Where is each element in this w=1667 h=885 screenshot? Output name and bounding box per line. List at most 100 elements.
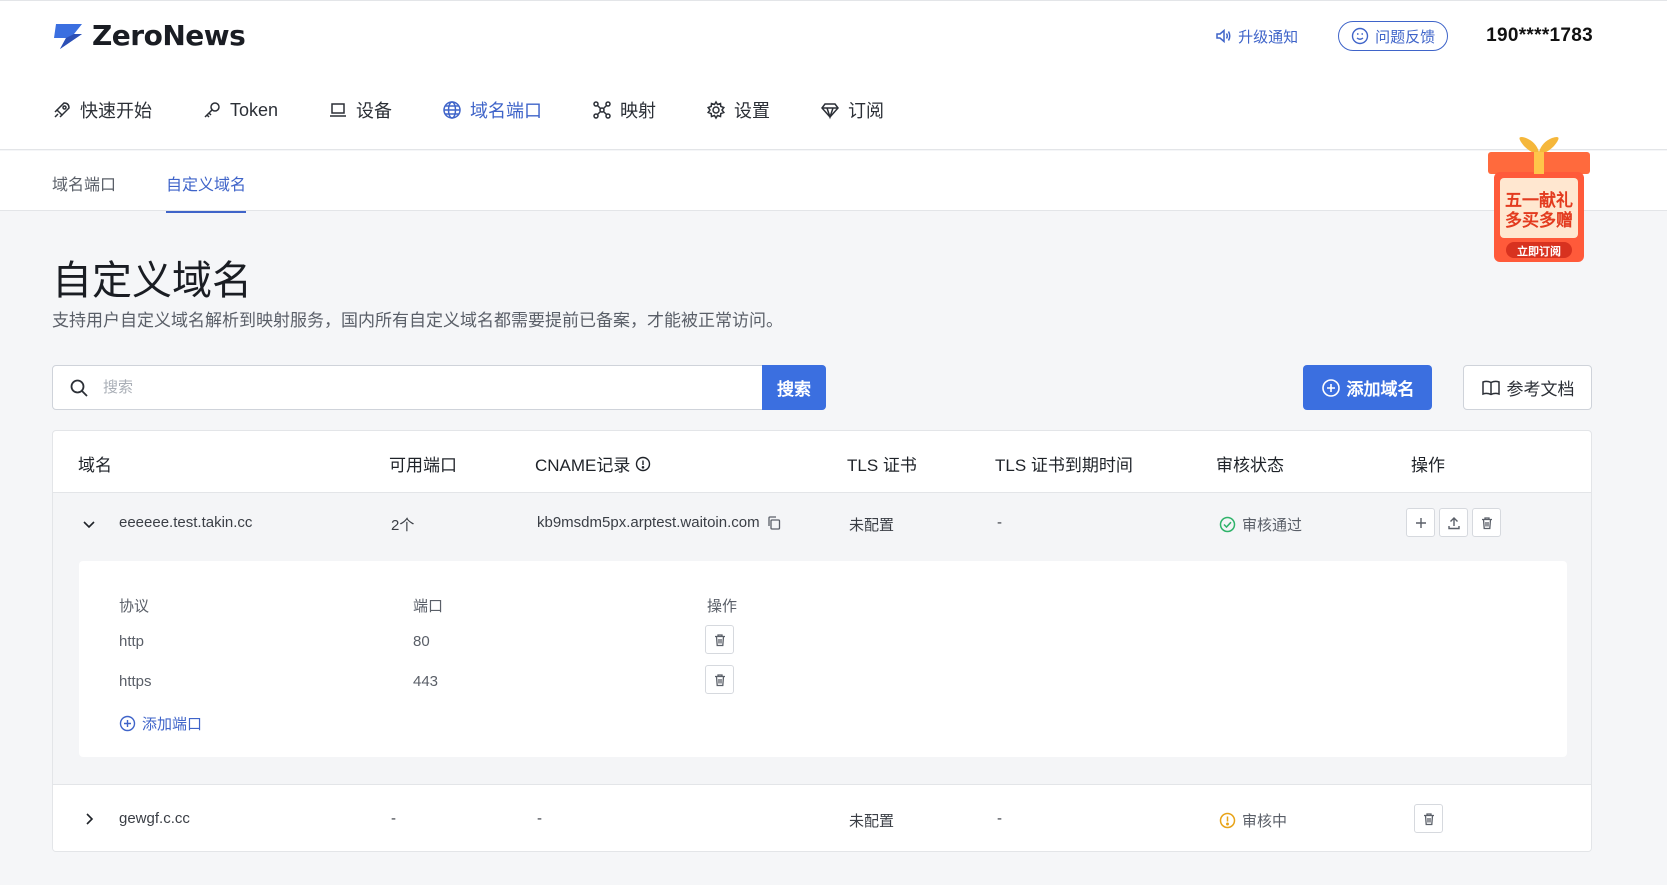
table-row: gewgf.c.cc - - 未配置 - 审核中	[53, 786, 1591, 851]
gear-icon	[707, 100, 726, 120]
col-cname: CNAME记录	[535, 451, 651, 476]
status-label: 审核通过	[1242, 517, 1303, 534]
nav-token[interactable]: Token	[202, 100, 278, 121]
warning-circle-icon	[1219, 812, 1236, 829]
account-phone[interactable]: 190****1783	[1486, 25, 1593, 47]
trash-icon	[1481, 516, 1492, 529]
status-label: 审核中	[1242, 813, 1288, 830]
cname-record: -	[537, 810, 542, 827]
main-nav: 快速开始 Token 设备 域名端口 映射 设置 订阅	[52, 97, 934, 123]
upgrade-notice-link[interactable]: 升级通知	[1214, 26, 1298, 47]
page-title: 自定义域名	[52, 259, 252, 303]
row-actions	[1406, 508, 1501, 537]
col-actions: 操作	[1411, 456, 1445, 475]
upgrade-notice-label: 升级通知	[1238, 28, 1299, 46]
diamond-icon	[821, 103, 840, 120]
add-domain-label: 添加域名	[1346, 380, 1415, 399]
add-port-link[interactable]: 添加端口	[119, 713, 202, 734]
sub-col-port: 端口	[413, 598, 444, 615]
nav-subscribe[interactable]: 订阅	[820, 97, 884, 123]
tls-expiry: -	[997, 810, 1002, 827]
upload-icon	[1447, 516, 1460, 529]
nav-label: 订阅	[848, 101, 885, 121]
status-badge: 审核中	[1219, 810, 1287, 831]
col-cname-label: CNAME记录	[535, 456, 631, 475]
upload-button[interactable]	[1439, 508, 1468, 537]
nav-mapping[interactable]: 映射	[592, 97, 656, 123]
trash-icon	[714, 673, 725, 686]
available-ports: 2个	[391, 517, 415, 534]
nav-label: 设置	[734, 101, 771, 121]
search-input[interactable]	[89, 366, 762, 409]
nav-label: Token	[230, 99, 279, 120]
sub-nav: 域名端口 自定义域名	[0, 151, 1667, 213]
port-value: 443	[413, 673, 439, 690]
tls-status: 未配置	[849, 517, 895, 534]
protocol-value: https	[119, 673, 152, 690]
feedback-label: 问题反馈	[1375, 28, 1436, 46]
available-ports: -	[391, 810, 396, 827]
add-domain-button[interactable]: 添加域名	[1303, 365, 1432, 410]
trash-icon	[1423, 812, 1434, 825]
col-status: 审核状态	[1216, 456, 1284, 475]
domain-name: gewgf.c.cc	[119, 810, 190, 827]
nav-domain-ports[interactable]: 域名端口	[442, 97, 542, 123]
delete-port-button[interactable]	[705, 665, 734, 694]
row-actions	[1414, 804, 1443, 833]
status-badge: 审核通过	[1219, 514, 1302, 535]
add-port-label: 添加端口	[142, 716, 203, 733]
port-value: 80	[413, 633, 430, 650]
page-description: 支持用户自定义域名解析到映射服务，国内所有自定义域名都需要提前已备案，才能被正常…	[52, 311, 783, 330]
logo[interactable]: ZeroNews	[52, 19, 246, 52]
col-tls-expiry: TLS 证书到期时间	[995, 456, 1133, 475]
cname-record: kb9msdm5px.arptest.waitoin.com	[537, 514, 782, 531]
nav-label: 域名端口	[470, 101, 543, 121]
app-name: ZeroNews	[92, 19, 246, 52]
speaker-icon	[1216, 28, 1231, 44]
nav-devices[interactable]: 设备	[328, 97, 392, 123]
trash-icon	[714, 633, 725, 646]
copy-icon[interactable]	[766, 515, 782, 531]
sub-col-actions: 操作	[707, 598, 738, 615]
plus-icon	[1415, 517, 1426, 528]
globe-icon	[443, 101, 461, 119]
search-button[interactable]: 搜索	[762, 365, 826, 410]
laptop-icon	[330, 103, 347, 117]
tab-domain-ports[interactable]: 域名端口	[52, 171, 116, 211]
sub-col-protocol: 协议	[119, 598, 150, 615]
tab-custom-domain[interactable]: 自定义域名	[166, 171, 247, 213]
chevron-right-icon[interactable]	[80, 810, 98, 828]
top-header: ZeroNews 升级通知 问题反馈 190****1783 快速开始 Toke…	[0, 0, 1667, 150]
promo-line2: 多买多赠	[1505, 211, 1573, 230]
table-header: 域名 可用端口 CNAME记录 TLS 证书 TLS 证书到期时间 审核状态 操…	[53, 431, 1591, 493]
zeronews-logo-icon	[54, 23, 82, 49]
smile-icon	[1351, 27, 1369, 45]
port-detail-panel: 协议 端口 操作 http 80 https 443 添加端口	[79, 561, 1567, 757]
domain-table: 域名 可用端口 CNAME记录 TLS 证书 TLS 证书到期时间 审核状态 操…	[52, 430, 1592, 852]
tls-expiry: -	[997, 514, 1002, 531]
nav-label: 快速开始	[80, 101, 152, 121]
book-icon	[1481, 380, 1500, 395]
col-tls: TLS 证书	[847, 456, 917, 475]
delete-button[interactable]	[1472, 508, 1501, 537]
add-button[interactable]	[1406, 508, 1435, 537]
promo-gift-badge[interactable]: 五一献礼 多买多赠 立即订阅	[1484, 134, 1594, 266]
reference-docs-button[interactable]: 参考文档	[1463, 365, 1592, 410]
tls-status: 未配置	[849, 813, 895, 830]
search-icon	[70, 379, 88, 397]
nav-label: 设备	[356, 101, 393, 121]
check-circle-icon	[1219, 516, 1236, 533]
promo-cta: 立即订阅	[1517, 246, 1561, 258]
feedback-button[interactable]: 问题反馈	[1338, 21, 1449, 51]
network-icon	[593, 101, 611, 119]
nav-quick-start[interactable]: 快速开始	[52, 97, 152, 123]
key-icon	[204, 102, 220, 118]
table-row: eeeeee.test.takin.cc 2个 kb9msdm5px.arpte…	[53, 493, 1591, 785]
plus-circle-icon	[1321, 378, 1340, 397]
chevron-down-icon[interactable]	[80, 515, 98, 533]
info-icon[interactable]	[635, 456, 651, 472]
delete-port-button[interactable]	[705, 625, 734, 654]
reference-docs-label: 参考文档	[1506, 380, 1575, 399]
nav-settings[interactable]: 设置	[706, 97, 770, 123]
delete-button[interactable]	[1414, 804, 1443, 833]
